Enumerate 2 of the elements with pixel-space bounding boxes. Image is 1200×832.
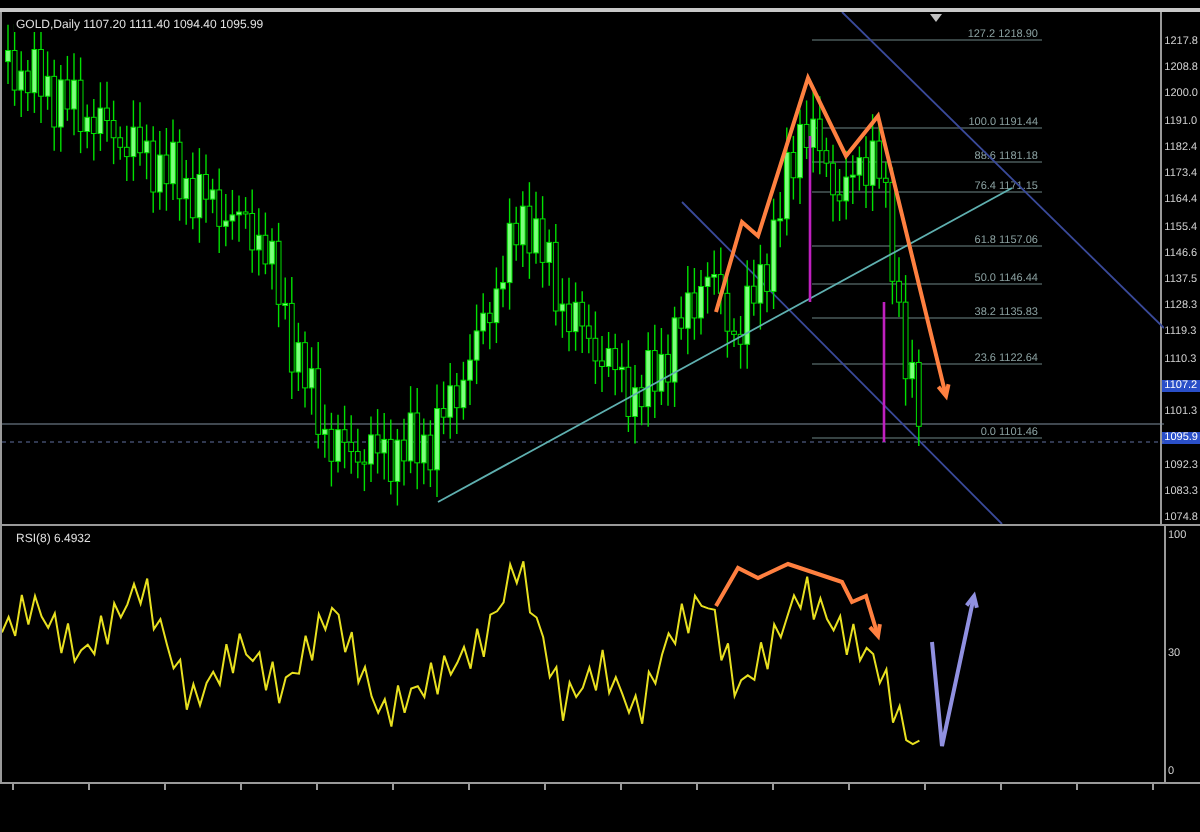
triangle-marker-icon [930,14,942,22]
vertical-line [882,302,886,442]
